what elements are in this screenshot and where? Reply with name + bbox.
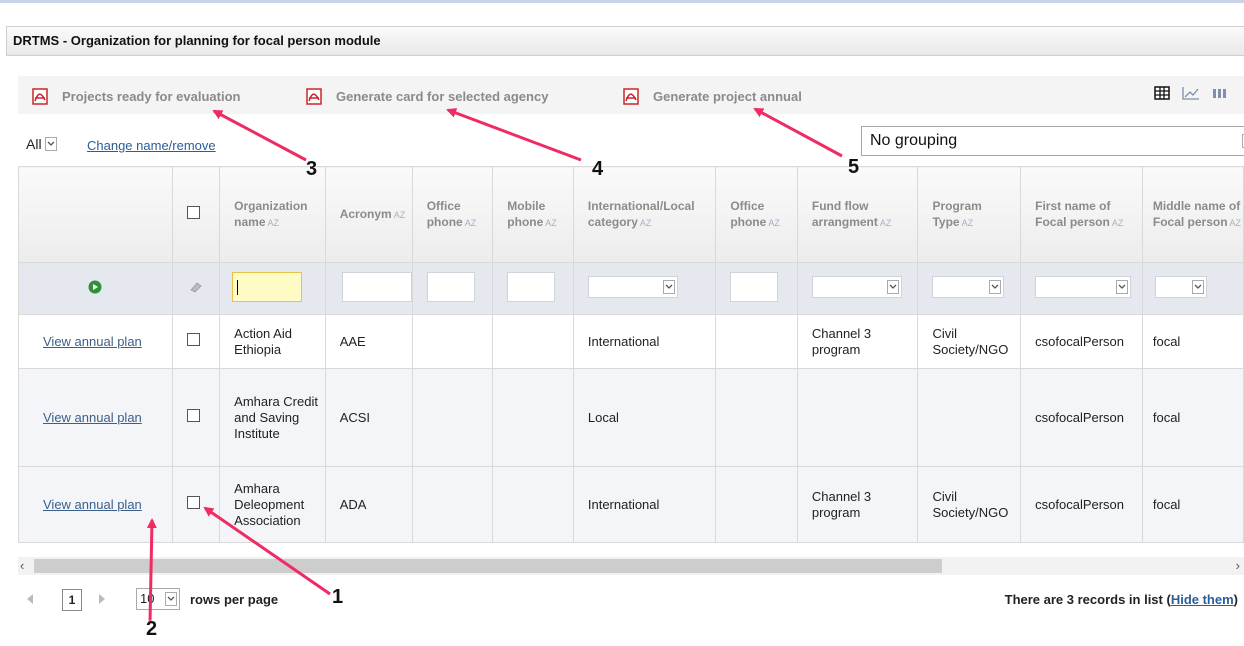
callout-3: 3 bbox=[306, 158, 318, 180]
arrow-2 bbox=[146, 518, 157, 624]
callout-4: 4 bbox=[592, 158, 604, 180]
callout-1: 1 bbox=[332, 586, 344, 608]
callout-5: 5 bbox=[848, 156, 860, 178]
arrow-5 bbox=[753, 107, 843, 158]
arrow-1 bbox=[203, 506, 331, 596]
arrow-3 bbox=[212, 109, 307, 162]
arrow-4 bbox=[446, 108, 582, 162]
annotation-arrows bbox=[146, 107, 843, 624]
callout-2: 2 bbox=[146, 618, 158, 640]
